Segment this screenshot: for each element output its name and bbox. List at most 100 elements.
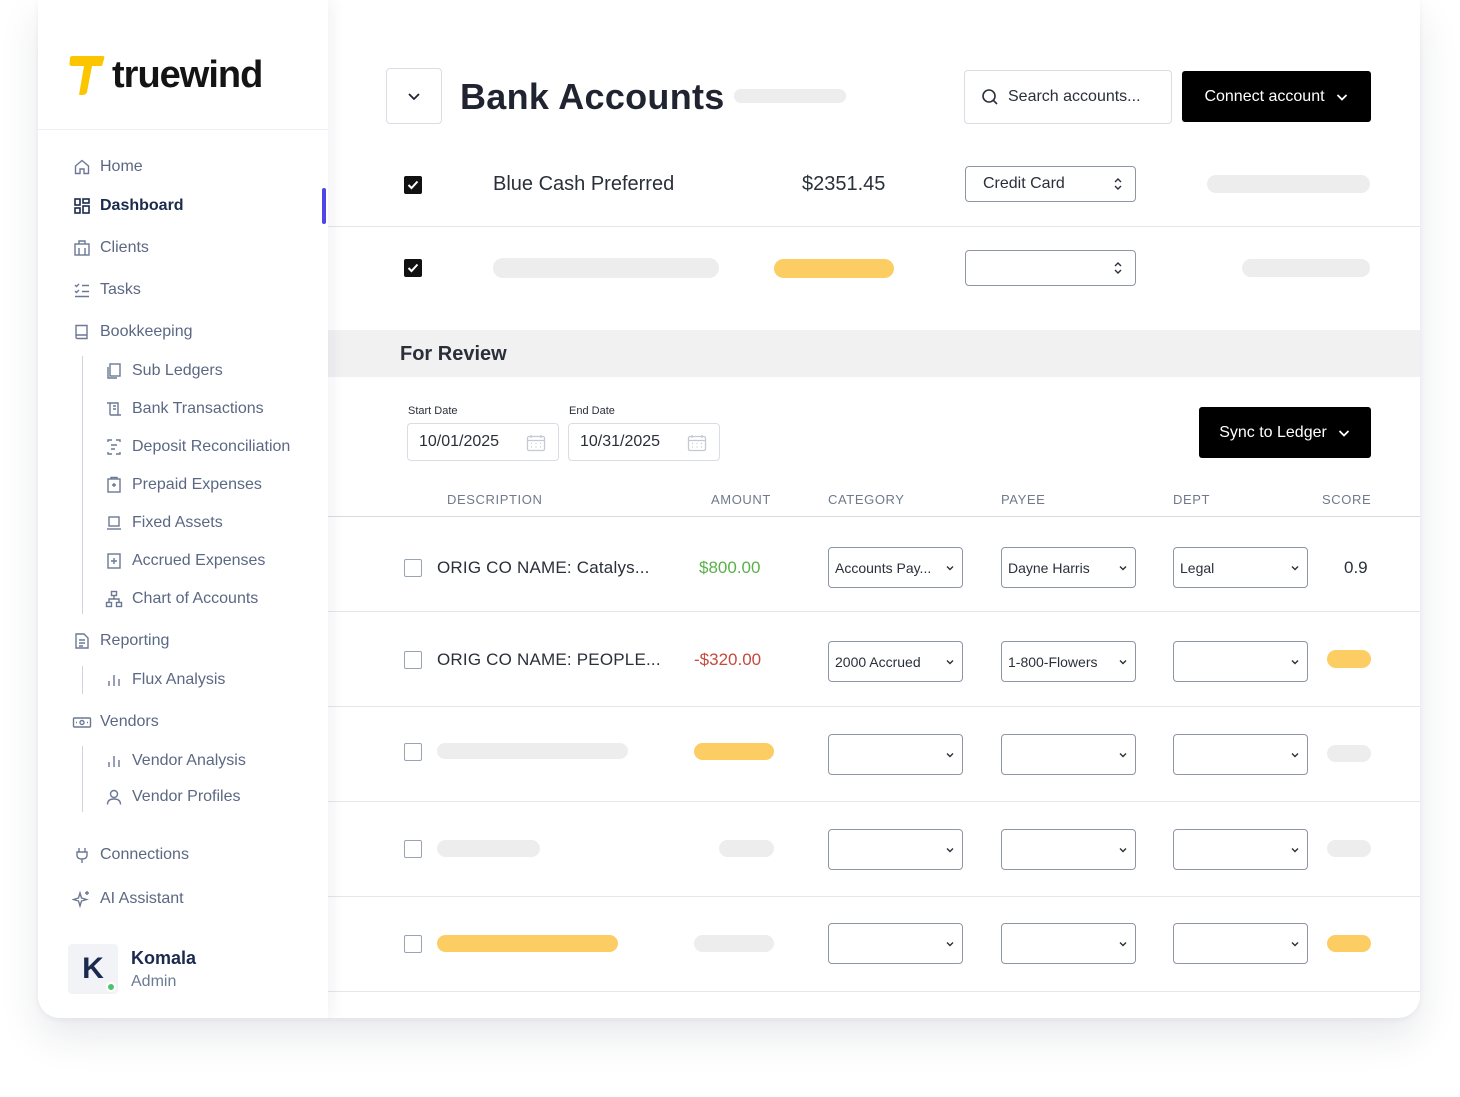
bookkeeping-subnav-rail xyxy=(82,356,83,614)
sidebar-item-vendors[interactable]: Vendors xyxy=(72,712,159,732)
payee-select[interactable]: 1-800-Flowers xyxy=(1001,641,1136,682)
account-row[interactable] xyxy=(328,227,1420,311)
sidebar-item-prepaid-expenses[interactable]: Prepaid Expenses xyxy=(104,475,262,495)
sidebar-item-sub-ledgers[interactable]: Sub Ledgers xyxy=(104,361,223,381)
sparkle-icon xyxy=(72,889,92,909)
page-title: Bank Accounts xyxy=(460,76,725,117)
table-row[interactable]: ORIG CO NAME: Catalys... $800.00 Account… xyxy=(328,517,1420,612)
payee-select[interactable] xyxy=(1001,923,1136,964)
sidebar-item-reporting[interactable]: Reporting xyxy=(72,631,169,651)
sidebar-item-label: Sub Ledgers xyxy=(132,362,223,379)
search-input[interactable]: Search accounts... xyxy=(964,70,1172,124)
section-title: For Review xyxy=(400,343,507,365)
category-select[interactable] xyxy=(828,829,963,870)
sync-to-ledger-button[interactable]: Sync to Ledger xyxy=(1199,407,1371,458)
sidebar-item-deposit-reconciliation[interactable]: Deposit Reconciliation xyxy=(104,437,290,457)
account-type-value: Credit Card xyxy=(983,175,1065,192)
sidebar-item-label: Vendors xyxy=(100,713,159,730)
cash-icon xyxy=(72,712,92,732)
table-row[interactable] xyxy=(328,802,1420,897)
chevron-down-icon xyxy=(1337,426,1351,440)
account-row[interactable]: Blue Cash Preferred $2351.45 Credit Card xyxy=(328,142,1420,227)
table-row[interactable] xyxy=(328,707,1420,802)
table-row[interactable]: ORIG CO NAME: PEOPLE... -$320.00 2000 Ac… xyxy=(328,612,1420,707)
chevron-down-icon xyxy=(1118,563,1128,573)
row-checkbox[interactable] xyxy=(404,935,422,953)
chevron-down-icon xyxy=(1335,90,1349,104)
account-checkbox[interactable] xyxy=(404,259,422,277)
user-icon xyxy=(104,787,124,807)
column-header-description[interactable]: DESCRIPTION xyxy=(447,492,542,507)
tasks-icon xyxy=(72,280,92,300)
sidebar-item-bank-transactions[interactable]: Bank Transactions xyxy=(104,399,264,419)
sidebar-item-vendor-analysis[interactable]: Vendor Analysis xyxy=(104,751,246,771)
sidebar-item-home[interactable]: Home xyxy=(72,157,143,177)
category-select[interactable] xyxy=(828,923,963,964)
dept-select[interactable] xyxy=(1173,923,1308,964)
connect-account-button[interactable]: Connect account xyxy=(1182,71,1371,122)
user-role: Admin xyxy=(131,972,177,990)
column-header-score[interactable]: SCORE xyxy=(1322,492,1371,507)
sidebar-item-clients[interactable]: Clients xyxy=(72,238,149,258)
sidebar-item-label: Reporting xyxy=(100,632,170,649)
category-select[interactable]: Accounts Pay... xyxy=(828,547,963,588)
score-placeholder xyxy=(1327,650,1371,668)
score-placeholder xyxy=(1327,935,1371,952)
user-name: Komala xyxy=(131,947,197,968)
dept-select[interactable] xyxy=(1173,641,1308,682)
sidebar-item-chart-of-accounts[interactable]: Chart of Accounts xyxy=(104,589,258,609)
column-header-category[interactable]: CATEGORY xyxy=(828,492,905,507)
category-select[interactable]: 2000 Accrued xyxy=(828,641,963,682)
dept-select[interactable] xyxy=(1173,734,1308,775)
payee-select[interactable] xyxy=(1001,829,1136,870)
sidebar-item-label: Bookkeeping xyxy=(100,323,193,340)
dept-select[interactable]: Legal xyxy=(1173,547,1308,588)
brand-name: truewind xyxy=(112,54,263,96)
sync-to-ledger-label: Sync to Ledger xyxy=(1219,423,1327,441)
calendar-icon xyxy=(526,434,546,452)
sidebar-item-label: Clients xyxy=(100,239,149,256)
chevron-down-icon xyxy=(1118,750,1128,760)
sidebar-item-ai-assistant[interactable]: AI Assistant xyxy=(72,889,184,909)
avatar: K xyxy=(68,944,118,994)
payee-select[interactable]: Dayne Harris xyxy=(1001,547,1136,588)
end-date-label: End Date xyxy=(569,405,615,417)
truewind-logo-icon xyxy=(68,54,106,96)
column-header-payee[interactable]: PAYEE xyxy=(1001,492,1045,507)
receipt-icon xyxy=(104,399,124,419)
category-select[interactable] xyxy=(828,734,963,775)
dept-select[interactable] xyxy=(1173,829,1308,870)
brand-logo[interactable]: truewind xyxy=(68,54,263,96)
start-date-input[interactable]: 10/01/2025 xyxy=(407,423,559,461)
up-down-chevron-icon xyxy=(1113,177,1123,191)
row-checkbox[interactable] xyxy=(404,559,422,577)
sidebar-item-fixed-assets[interactable]: Fixed Assets xyxy=(104,513,223,533)
account-type-select[interactable] xyxy=(965,250,1136,286)
user-profile[interactable]: K Komala Admin xyxy=(68,944,196,994)
collapse-toggle-button[interactable] xyxy=(386,68,442,124)
account-name: Blue Cash Preferred xyxy=(493,173,675,195)
end-date-value: 10/31/2025 xyxy=(580,433,661,450)
end-date-input[interactable]: 10/31/2025 xyxy=(568,423,720,461)
column-header-amount[interactable]: AMOUNT xyxy=(711,492,771,507)
transaction-description: ORIG CO NAME: PEOPLE... xyxy=(437,650,661,669)
row-checkbox[interactable] xyxy=(404,651,422,669)
payee-select[interactable] xyxy=(1001,734,1136,775)
sidebar-item-connections[interactable]: Connections xyxy=(72,845,189,865)
row-checkbox[interactable] xyxy=(404,840,422,858)
sidebar-item-vendor-profiles[interactable]: Vendor Profiles xyxy=(104,787,241,807)
account-type-select[interactable]: Credit Card xyxy=(965,166,1136,202)
sidebar-item-label: Prepaid Expenses xyxy=(132,476,262,493)
home-icon xyxy=(72,157,92,177)
column-header-dept[interactable]: DEPT xyxy=(1173,492,1210,507)
account-checkbox[interactable] xyxy=(404,176,422,194)
sidebar-item-dashboard[interactable]: Dashboard xyxy=(72,196,184,216)
sidebar-item-tasks[interactable]: Tasks xyxy=(72,280,141,300)
placeholder-bar xyxy=(1207,175,1370,193)
chevron-down-icon xyxy=(1290,563,1300,573)
sidebar-item-accrued-expenses[interactable]: Accrued Expenses xyxy=(104,551,265,571)
table-row[interactable] xyxy=(328,897,1420,992)
sidebar-item-flux-analysis[interactable]: Flux Analysis xyxy=(104,670,225,690)
sidebar-item-bookkeeping[interactable]: Bookkeeping xyxy=(72,322,193,342)
row-checkbox[interactable] xyxy=(404,743,422,761)
